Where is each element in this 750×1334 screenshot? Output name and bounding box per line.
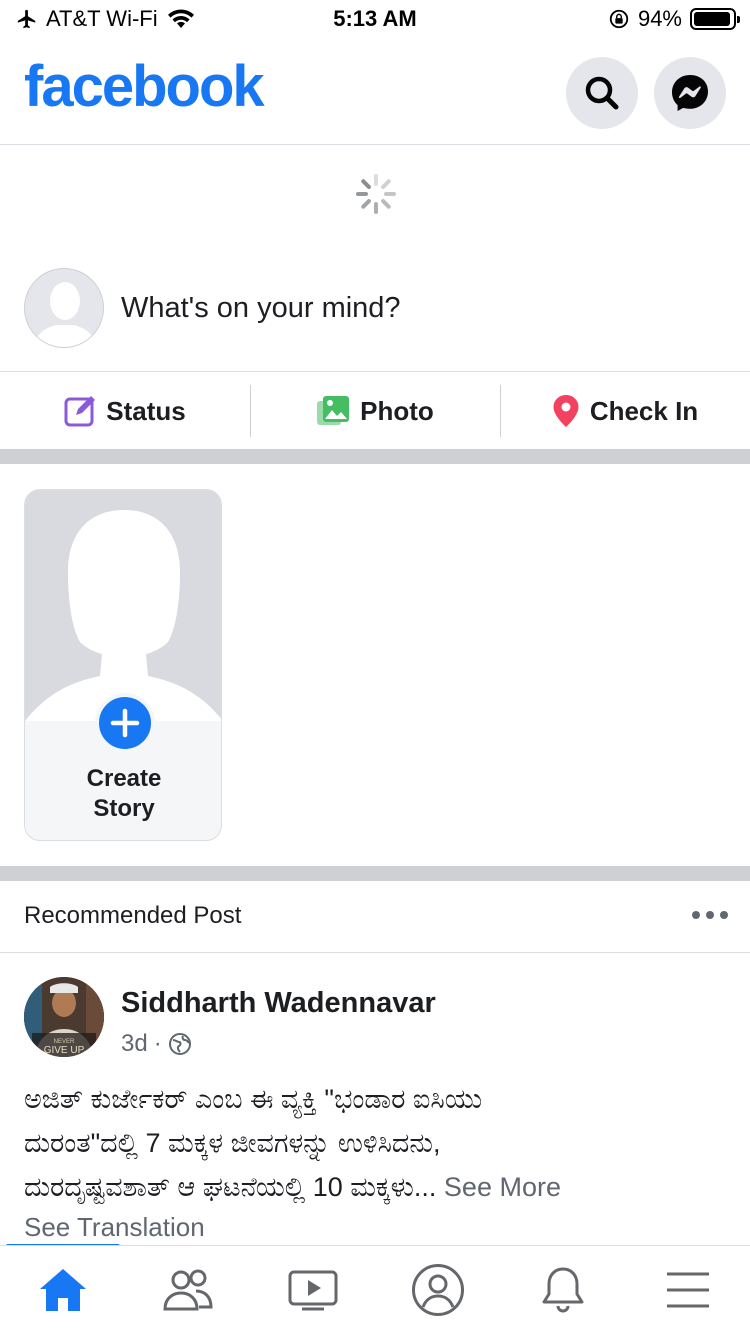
tab-notifications[interactable] [500, 1246, 625, 1334]
tab-friends[interactable] [125, 1246, 250, 1334]
loading-spinner-icon [356, 174, 396, 214]
status-right: 94% [608, 6, 740, 32]
menu-icon [666, 1272, 709, 1308]
svg-text:GIVE UP: GIVE UP [44, 1045, 85, 1056]
section-divider [0, 866, 750, 881]
app-header: facebook [0, 40, 750, 145]
post-composer[interactable]: What's on your mind? [0, 266, 750, 372]
dot-icon [706, 911, 714, 919]
dot-icon [720, 911, 728, 919]
home-icon [39, 1269, 86, 1311]
post-meta: 3d · [121, 1030, 192, 1058]
battery-fill [694, 12, 730, 26]
carrier-label: AT&T Wi-Fi [46, 6, 158, 31]
battery-percent: 94% [637, 6, 682, 31]
tab-menu[interactable] [625, 1246, 750, 1334]
profile-icon [411, 1264, 464, 1316]
story-avatar-area [25, 490, 221, 721]
facebook-logo[interactable]: facebook [24, 58, 265, 116]
tab-profile[interactable] [375, 1246, 500, 1334]
composer-actions: Status Photo Check In [0, 373, 750, 449]
search-button[interactable] [566, 57, 638, 129]
edit-icon [64, 396, 96, 427]
messenger-button[interactable] [654, 57, 726, 129]
search-icon [585, 76, 619, 110]
see-translation-link[interactable]: See Translation [24, 1212, 205, 1243]
create-story-line2: Story [93, 795, 155, 822]
airplane-icon [17, 9, 36, 29]
create-story-card[interactable]: Create Story [24, 489, 222, 841]
location-pin-icon [553, 395, 579, 427]
post-body: ಅಜಿತ್ ಕುರ್ಜೇಕರ್ ಎಂಬ ಈ ವ್ಯಕ್ತಿ "ಭಂಡಾರ ಐಸಿ… [24, 1077, 724, 1209]
add-story-button[interactable] [95, 693, 155, 753]
dot-icon [692, 911, 700, 919]
post-author-name[interactable]: Siddharth Wadennavar [121, 987, 436, 1020]
globe-icon [168, 1033, 191, 1055]
meta-separator: · [153, 1030, 162, 1057]
recommended-post-title: Recommended Post [24, 902, 242, 929]
section-divider [0, 449, 750, 464]
status-label: Status [106, 395, 186, 426]
see-more-link[interactable]: See More [444, 1172, 561, 1202]
friends-icon [162, 1269, 213, 1311]
photo-button[interactable]: Photo [250, 373, 500, 449]
photo-label: Photo [360, 395, 434, 426]
create-story-line1: Create [86, 765, 162, 792]
status-bar: AT&T Wi-Fi 5:13 AM 94% [0, 0, 750, 40]
messenger-icon [672, 75, 708, 111]
bottom-tab-bar [0, 1245, 750, 1334]
post-text-line-last: ದುರದೃಷ್ಟವಶಾತ್ ಆ ಘಟನೆಯಲ್ಲಿ 10 ಮಕ್ಕಳು... S… [24, 1165, 724, 1209]
story-avatar-silhouette-icon [25, 510, 221, 721]
default-avatar-icon [33, 282, 97, 347]
watch-icon [288, 1270, 337, 1311]
check-in-label: Check In [589, 395, 699, 426]
orientation-lock-icon [609, 9, 629, 29]
tab-home[interactable] [0, 1246, 125, 1334]
photo-icon [317, 396, 350, 425]
status-button[interactable]: Status [0, 373, 250, 449]
status-left: AT&T Wi-Fi [16, 6, 196, 32]
user-avatar[interactable] [24, 268, 104, 348]
plus-icon [110, 708, 140, 738]
post-text-line: ದುರಂತ"ದಲ್ಲಿ 7 ಮಕ್ಕಳ ಜೀವಗಳನ್ನು ಉಳಿಸಿದನು, [24, 1128, 441, 1158]
recommended-post-header: Recommended Post [0, 881, 750, 953]
wifi-icon [167, 9, 194, 28]
post-author-avatar[interactable]: NEVER GIVE UP [24, 977, 104, 1057]
author-photo: NEVER GIVE UP [24, 977, 104, 1057]
check-in-button[interactable]: Check In [500, 373, 750, 449]
battery-icon [690, 8, 740, 30]
post-text-line: ಅಜಿತ್ ಕುರ್ಜೇಕರ್ ಎಂಬ ಈ ವ್ಯಕ್ತಿ "ಭಂಡಾರ ಐಸಿ… [24, 1084, 483, 1114]
composer-prompt[interactable]: What's on your mind? [121, 292, 401, 325]
create-story-label: Create Story [25, 764, 221, 824]
notifications-icon [542, 1267, 583, 1313]
post-time[interactable]: 3d [121, 1030, 148, 1058]
post-text-line: ದುರದೃಷ್ಟವಶಾತ್ ಆ ಘಟನೆಯಲ್ಲಿ 10 ಮಕ್ಕಳು... [24, 1172, 437, 1202]
more-options-button[interactable] [692, 903, 728, 927]
tab-watch[interactable] [250, 1246, 375, 1334]
